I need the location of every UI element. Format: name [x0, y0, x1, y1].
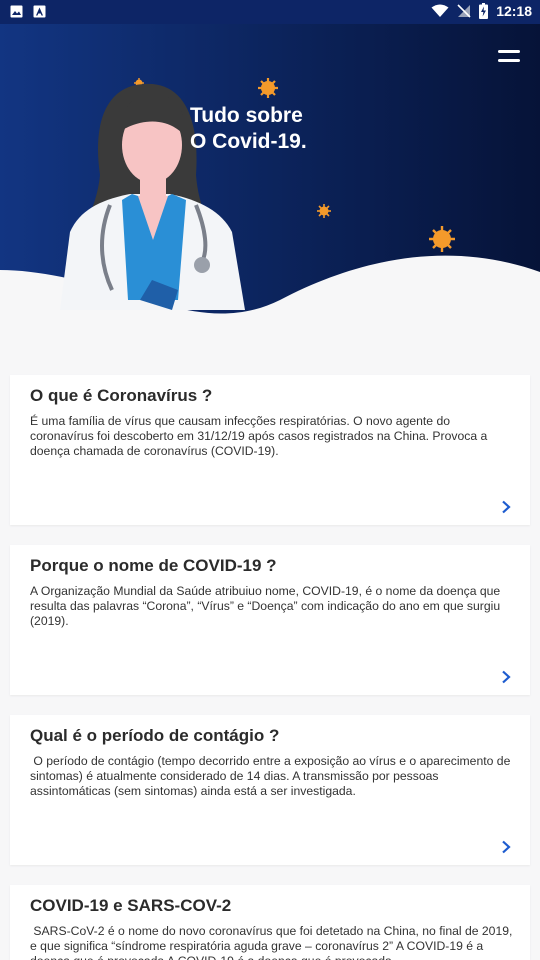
clock: 12:18	[496, 3, 532, 19]
card-title: Porque o nome de COVID-19 ?	[30, 556, 277, 575]
card-title: COVID-19 e SARS-COV-2	[30, 896, 232, 915]
text-a-icon	[33, 5, 46, 18]
battery-charging-icon	[479, 3, 489, 19]
menu-icon-bar	[498, 59, 520, 62]
info-card[interactable]: COVID-19 e SARS-COV-2 SARS-CoV-2 é o nom…	[10, 885, 530, 960]
chevron-right-icon[interactable]	[500, 840, 512, 854]
chevron-right-icon[interactable]	[500, 500, 512, 514]
card-body: SARS-CoV-2 é o nome do novo coronavírus …	[30, 924, 513, 960]
menu-icon	[498, 50, 520, 53]
status-bar: 12:18	[0, 0, 540, 24]
wifi-icon	[431, 4, 449, 17]
card-title: Qual é o período de contágio ?	[30, 726, 280, 745]
chevron-right-icon[interactable]	[500, 670, 512, 684]
no-signal-icon	[457, 4, 471, 18]
virus-icon	[258, 78, 278, 98]
title-line-1: Tudo sobre	[190, 104, 303, 127]
virus-icon	[317, 204, 331, 218]
card-body: A Organização Mundial da Saúde atribuiuo…	[30, 584, 504, 628]
info-card[interactable]: Porque o nome de COVID-19 ? A Organizaçã…	[10, 545, 530, 695]
card-title: O que é Coronavírus ?	[30, 386, 213, 405]
hero-header: Tudo sobre O Covid-19.	[0, 0, 540, 330]
page-title: Tudo sobre O Covid-19.	[190, 103, 307, 155]
info-card[interactable]: O que é Coronavírus ? É uma família de v…	[10, 375, 530, 525]
image-icon	[10, 5, 23, 18]
card-body: O período de contágio (tempo decorrido e…	[30, 754, 514, 798]
hero-illustration	[0, 0, 540, 330]
menu-button[interactable]	[496, 48, 520, 66]
info-card[interactable]: Qual é o período de contágio ? O período…	[10, 715, 530, 865]
card-body: É uma família de vírus que causam infecç…	[30, 414, 491, 458]
title-line-2: O Covid-19.	[190, 130, 307, 153]
